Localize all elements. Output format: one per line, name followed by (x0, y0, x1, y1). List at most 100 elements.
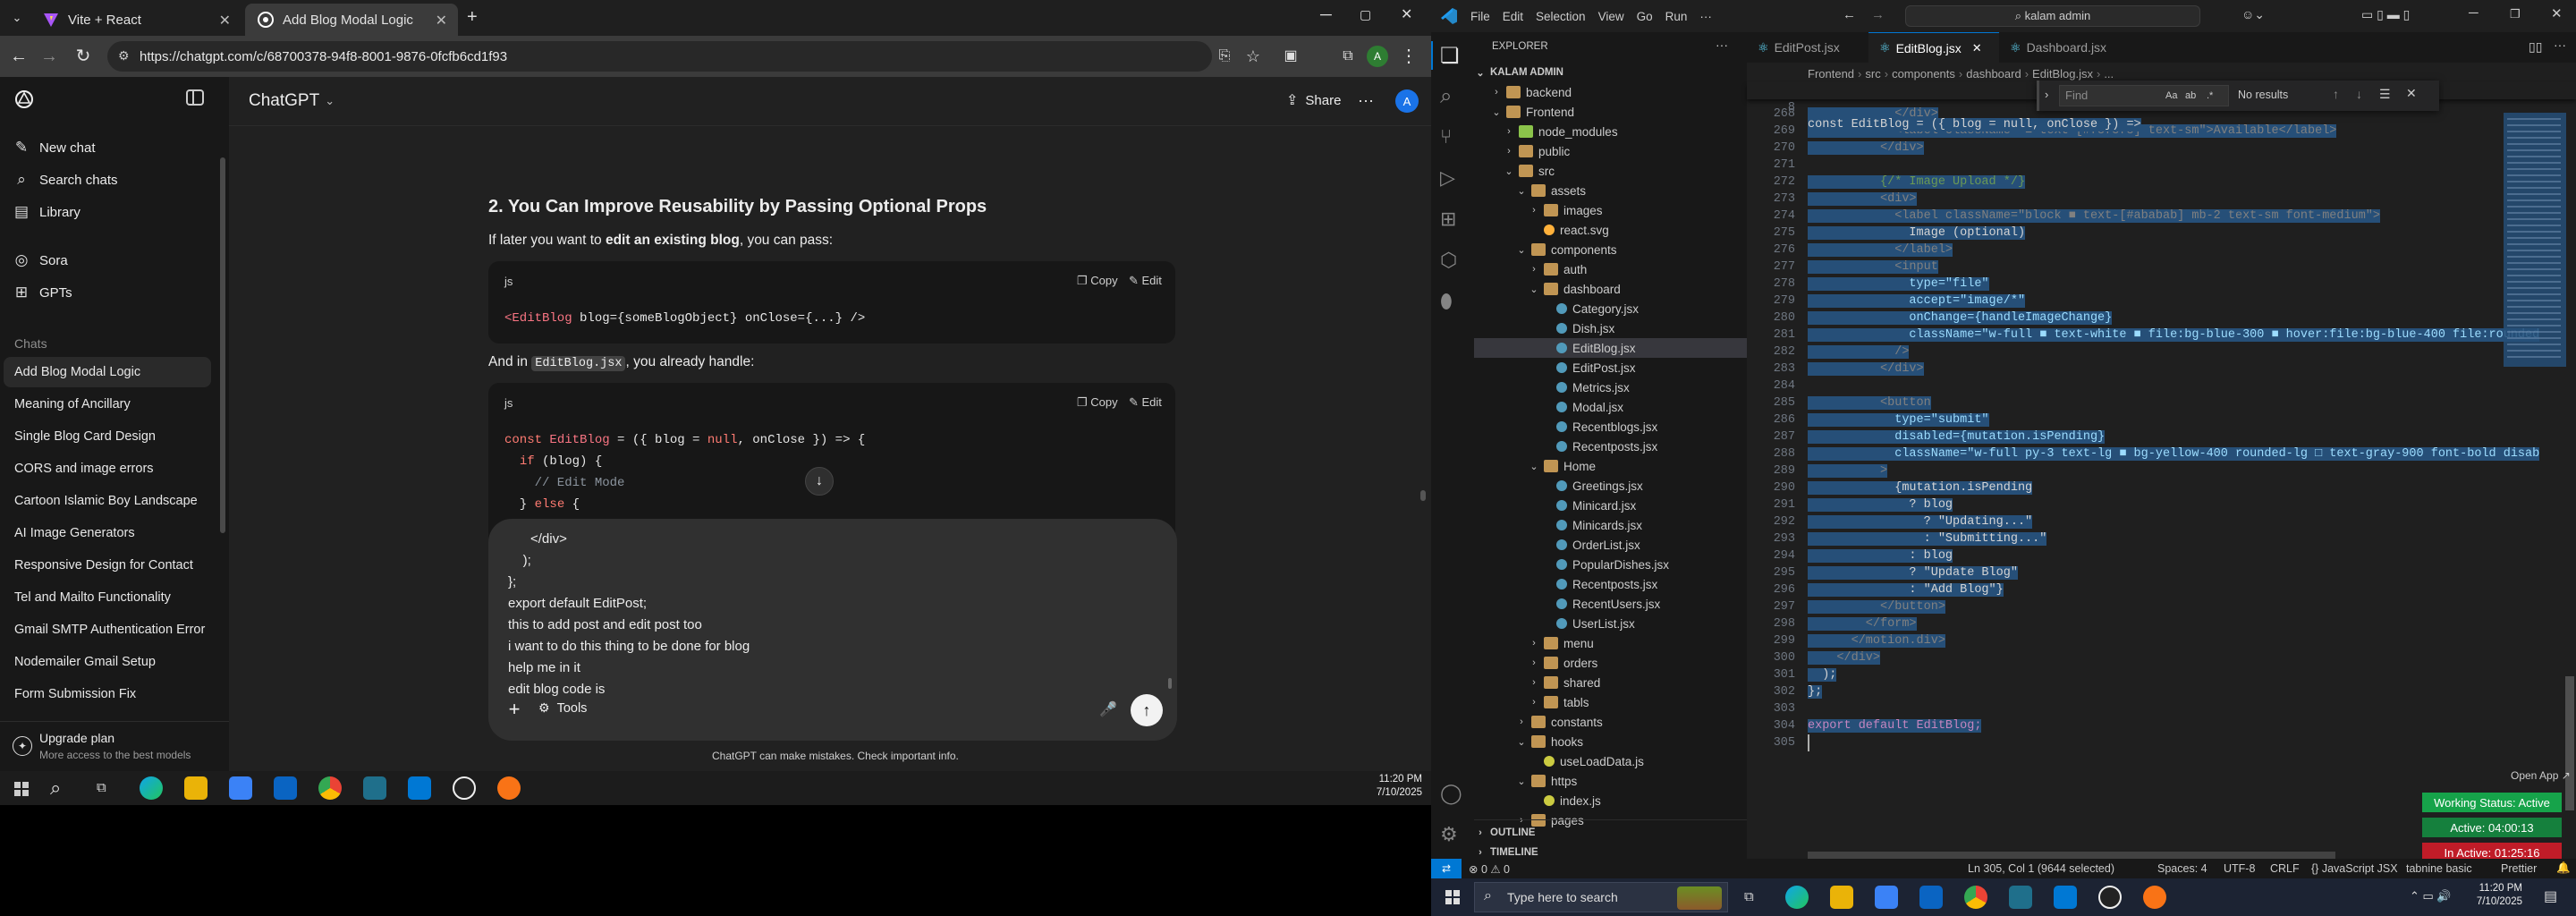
file-tree-item[interactable]: Minicards.jsx (1474, 515, 1747, 535)
menu-item[interactable]: Go (1637, 10, 1653, 23)
task-view-icon[interactable]: ⧉ (1744, 889, 1754, 904)
install-app-icon[interactable]: ⎘ (1213, 45, 1236, 68)
open-app-button[interactable]: Open App ↗ (2511, 769, 2571, 782)
find-input[interactable]: Find Aa ab .* (2059, 85, 2229, 106)
file-tree-item[interactable]: ⌄ Home (1474, 456, 1747, 476)
mongodb-icon[interactable]: ⬮ (1440, 290, 1465, 315)
outlook-icon[interactable] (274, 776, 297, 800)
notification-center-icon[interactable]: ▤ (2544, 887, 2557, 905)
send-button[interactable]: ↑ (1131, 694, 1163, 726)
scroll-down-button[interactable]: ↓ (805, 467, 834, 496)
file-tree-item[interactable]: ⌄ components (1474, 240, 1747, 259)
file-tree-item[interactable]: UserList.jsx (1474, 614, 1747, 633)
app-icon[interactable] (2098, 886, 2122, 909)
file-tree-item[interactable]: › menu (1474, 633, 1747, 653)
file-tree-item[interactable]: Metrics.jsx (1474, 377, 1747, 397)
chat-item[interactable]: Nodemailer Gmail Setup (4, 647, 211, 677)
file-tree-item[interactable]: › node_modules (1474, 122, 1747, 141)
chat-item[interactable]: AI Image Generators (4, 518, 211, 548)
browser-tab-chatgpt[interactable]: Add Blog Modal Logic ✕ (245, 4, 458, 36)
store-icon[interactable] (1875, 886, 1898, 909)
chrome-icon[interactable] (1964, 886, 1987, 909)
previous-match-icon[interactable]: ↑ (2333, 87, 2339, 101)
maximize-icon[interactable]: ▢ (1360, 7, 1371, 22)
file-tree-item[interactable]: ⌄ src (1474, 161, 1747, 181)
url-input[interactable]: ⚙ https://chatgpt.com/c/68700378-94f8-80… (107, 41, 1212, 72)
menu-item[interactable]: Selection (1536, 10, 1586, 23)
editor-tab-editblog[interactable]: ⚛ EditBlog.jsx ✕ (1868, 32, 1999, 63)
copy-button[interactable]: ❐ Copy (1077, 395, 1118, 410)
menu-item[interactable]: ··· (1699, 10, 1712, 23)
language-mode[interactable]: {} JavaScript JSX (2311, 862, 2398, 875)
sora-button[interactable]: ◎ Sora (13, 245, 68, 276)
windows-start-icon[interactable] (14, 782, 29, 796)
tabnine-status[interactable]: tabnine basic (2406, 862, 2472, 875)
minimize-icon[interactable]: ─ (2469, 5, 2479, 21)
prettier-status[interactable]: Prettier (2501, 862, 2537, 875)
breadcrumb-item[interactable]: EditBlog.jsx (2032, 67, 2093, 81)
file-tree-item[interactable]: OrderList.jsx (1474, 535, 1747, 555)
toggle-replace-icon[interactable]: › (2045, 88, 2048, 101)
file-tree-item[interactable]: › constants (1474, 712, 1747, 732)
edit-button[interactable]: ✎ Edit (1129, 395, 1162, 410)
file-tree-item[interactable]: ⌄ assets (1474, 181, 1747, 200)
breadcrumb-item[interactable]: components (1892, 67, 1955, 81)
editor-tab-dashboard[interactable]: ⚛ Dashboard.jsx (1999, 32, 2130, 63)
file-tree-item[interactable]: Recentblogs.jsx (1474, 417, 1747, 437)
chrome-icon[interactable] (318, 776, 342, 800)
taskbar-search-box[interactable]: ⌕ Type here to search (1474, 882, 1728, 912)
file-tree-item[interactable]: index.js (1474, 791, 1747, 810)
close-window-icon[interactable]: ✕ (2551, 5, 2563, 21)
edge-icon[interactable] (140, 776, 163, 800)
file-tree-item[interactable]: Greetings.jsx (1474, 476, 1747, 496)
microphone-icon[interactable]: 🎤 (1097, 698, 1120, 721)
minimize-icon[interactable]: ─ (1320, 5, 1332, 24)
file-tree-item[interactable]: ⌄ hooks (1474, 732, 1747, 751)
file-tree-item[interactable]: › public (1474, 141, 1747, 161)
workspace-root[interactable]: ⌄ KALAM ADMIN (1474, 63, 1747, 82)
app-icon[interactable] (2009, 886, 2032, 909)
reload-icon[interactable]: ↻ (72, 45, 95, 68)
file-explorer-icon[interactable] (184, 776, 208, 800)
postman-icon[interactable] (497, 776, 521, 800)
file-tree-item[interactable]: RecentUsers.jsx (1474, 594, 1747, 614)
file-tree-item[interactable]: › auth (1474, 259, 1747, 279)
notifications-bell-icon[interactable]: 🔔 (2556, 861, 2571, 875)
copilot-icon[interactable]: ☺⌄ (2241, 7, 2265, 22)
maximize-icon[interactable]: ❐ (2510, 7, 2521, 21)
file-tree-item[interactable]: PopularDishes.jsx (1474, 555, 1747, 574)
edge-icon[interactable] (1785, 886, 1809, 909)
composer[interactable]: </div> );}; export default EditPost; this … (488, 519, 1177, 741)
breadcrumb-item[interactable]: dashboard (1966, 67, 2021, 81)
docker-icon[interactable]: ⬡ (1440, 249, 1465, 274)
file-tree-item[interactable]: Minicard.jsx (1474, 496, 1747, 515)
chat-item[interactable]: Cartoon Islamic Boy Landscape (4, 486, 211, 516)
chat-item[interactable]: Add Blog Modal Logic (4, 357, 211, 387)
attach-plus-icon[interactable]: + (503, 698, 526, 721)
chat-item[interactable]: Meaning of Ancillary (4, 389, 211, 420)
chat-item[interactable]: Tel and Mailto Functionality (4, 582, 211, 613)
file-tree-item[interactable]: › images (1474, 200, 1747, 220)
page-scrollbar[interactable] (1420, 490, 1426, 501)
profile-avatar[interactable]: A (1367, 46, 1388, 67)
source-control-icon[interactable]: ⑂ (1440, 125, 1465, 150)
search-icon[interactable]: ⌕ (1440, 84, 1465, 109)
menu-item[interactable]: Edit (1503, 10, 1523, 23)
file-tree-item[interactable]: EditPost.jsx (1474, 358, 1747, 377)
gpts-button[interactable]: ⊞ GPTs (13, 277, 72, 308)
vscode-icon[interactable] (408, 776, 431, 800)
vscode-icon[interactable] (2054, 886, 2077, 909)
file-tree-item[interactable]: useLoadData.js (1474, 751, 1747, 771)
horizontal-scrollbar[interactable] (1808, 852, 2335, 859)
close-tab-icon[interactable]: ✕ (436, 12, 447, 30)
puzzle-icon[interactable]: ⧉ (1336, 45, 1360, 68)
explorer-icon[interactable]: ❏ (1440, 43, 1465, 68)
app-icon[interactable] (363, 776, 386, 800)
file-tree-item[interactable]: › shared (1474, 673, 1747, 692)
back-icon[interactable]: ← (7, 45, 30, 68)
app-icon[interactable] (453, 776, 476, 800)
extensions-icon[interactable]: ⊞ (1440, 208, 1465, 233)
search-icon[interactable]: ⌕ (50, 776, 61, 800)
chat-item[interactable]: Responsive Design for Contact (4, 550, 211, 581)
split-editor-icon[interactable]: ▯▯ (2529, 39, 2542, 55)
